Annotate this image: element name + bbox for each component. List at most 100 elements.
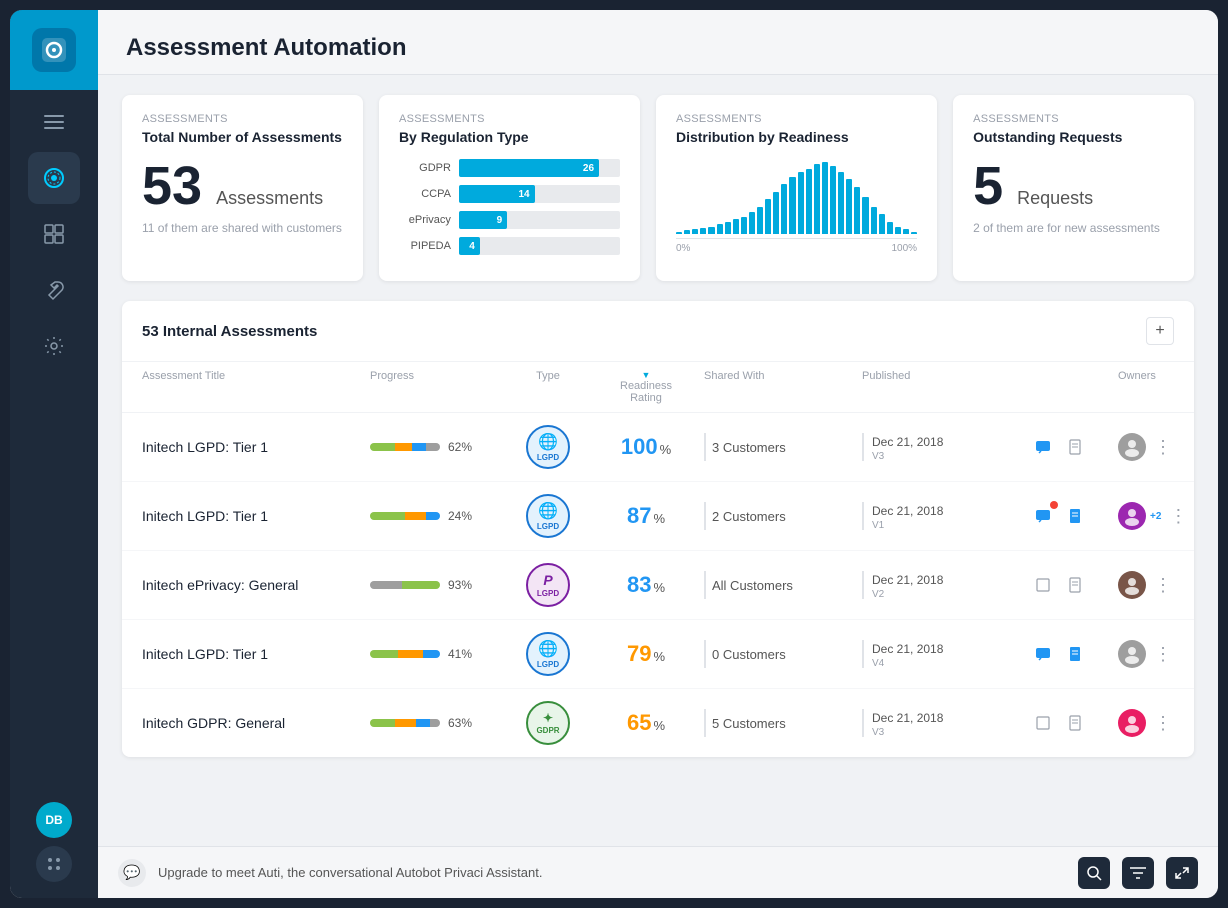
row-title-1: Initech LGPD: Tier 1	[142, 439, 362, 455]
dist-bar	[700, 228, 706, 234]
check-icon-3[interactable]	[1030, 572, 1056, 598]
dist-bar	[895, 227, 901, 234]
published-3: Dec 21, 2018 V2	[862, 571, 1022, 600]
row-title-5: Initech GDPR: General	[142, 715, 362, 731]
filter-button[interactable]	[1122, 857, 1154, 889]
chat-icon-4[interactable]	[1030, 641, 1056, 667]
col-header-type: Type	[508, 370, 588, 404]
dist-bar	[879, 214, 885, 234]
owners-4: ⋮	[1118, 640, 1194, 668]
row-title-3: Initech ePrivacy: General	[142, 577, 362, 593]
shared-4: 0 Customers	[704, 640, 854, 668]
sidebar-logo	[10, 10, 98, 90]
type-badge-1: 🌐 LGPD	[526, 425, 570, 469]
plus-badge-2: +2	[1150, 511, 1161, 522]
progress-cell-1: 62%	[370, 440, 500, 454]
dist-axis: 0% 100%	[676, 243, 917, 254]
stat-card-regulation: Assessments By Regulation Type GDPR 26 C…	[379, 95, 640, 281]
col-header-shared: Shared With	[704, 370, 854, 404]
dist-bar	[903, 229, 909, 234]
sidebar-item-tools[interactable]	[28, 264, 80, 316]
sidebar-bottom: DB	[36, 802, 72, 898]
bottom-actions	[1078, 857, 1198, 889]
stat-label-outstanding: Assessments	[973, 113, 1174, 125]
search-button[interactable]	[1078, 857, 1110, 889]
table-row: Initech LGPD: Tier 1 24%	[122, 482, 1194, 551]
owner-avatar-3	[1118, 571, 1146, 599]
dist-bar	[854, 187, 860, 234]
stat-label-dist: Assessments	[676, 113, 917, 125]
type-badge-4: 🌐 LGPD	[526, 632, 570, 676]
dist-bar	[830, 166, 836, 234]
actions-2	[1030, 503, 1110, 529]
table-row: Initech LGPD: Tier 1 62%	[122, 413, 1194, 482]
row-menu-5[interactable]: ⋮	[1150, 713, 1176, 734]
dist-bar	[911, 232, 917, 234]
expand-button[interactable]	[1166, 857, 1198, 889]
dist-bar	[773, 192, 779, 234]
user-avatar[interactable]: DB	[36, 802, 72, 838]
page-title: Assessment Automation	[126, 34, 1190, 62]
stat-label-regulation: Assessments	[399, 113, 620, 125]
published-4: Dec 21, 2018 V4	[862, 640, 1022, 669]
actions-4	[1030, 641, 1110, 667]
main-content: Assessment Automation Assessments Total …	[98, 10, 1218, 898]
stat-title-outstanding: Outstanding Requests	[973, 129, 1174, 145]
sidebar-apps[interactable]	[36, 846, 72, 882]
row-title-2: Initech LGPD: Tier 1	[142, 508, 362, 524]
progress-cell-4: 41%	[370, 647, 500, 661]
sidebar-item-dashboard[interactable]	[28, 208, 80, 260]
row-menu-4[interactable]: ⋮	[1150, 644, 1176, 665]
notification-dot	[1050, 501, 1058, 509]
doc-icon-3[interactable]	[1062, 572, 1088, 598]
bottom-bar-text: Upgrade to meet Auti, the conversational…	[158, 865, 1066, 880]
owners-1: ⋮	[1118, 433, 1194, 461]
published-5: Dec 21, 2018 V3	[862, 709, 1022, 738]
doc-icon-2[interactable]	[1062, 503, 1088, 529]
dist-bar	[676, 232, 682, 234]
row-menu-3[interactable]: ⋮	[1150, 575, 1176, 596]
dist-bar	[814, 164, 820, 234]
col-header-owners: Owners	[1118, 370, 1194, 404]
sidebar: DB	[10, 10, 98, 898]
owner-avatar-2a	[1118, 502, 1146, 530]
readiness-2: 87 %	[596, 503, 696, 529]
actions-1	[1030, 434, 1110, 460]
chat-icon-1[interactable]	[1030, 434, 1056, 460]
published-2: Dec 21, 2018 V1	[862, 502, 1022, 531]
shared-5: 5 Customers	[704, 709, 854, 737]
col-header-readiness: ▼ Readiness Rating	[596, 370, 696, 404]
owner-avatar-1	[1118, 433, 1146, 461]
dist-bar	[871, 207, 877, 234]
col-header-progress: Progress	[370, 370, 500, 404]
dist-bar	[765, 199, 771, 234]
check-icon-5[interactable]	[1030, 710, 1056, 736]
dist-bar	[846, 179, 852, 234]
col-header-title: Assessment Title	[142, 370, 362, 404]
sidebar-item-privacy[interactable]	[28, 152, 80, 204]
row-title-4: Initech LGPD: Tier 1	[142, 646, 362, 662]
stat-number-outstanding: 5	[973, 159, 1003, 213]
sidebar-item-settings[interactable]	[28, 320, 80, 372]
menu-toggle[interactable]	[10, 100, 98, 144]
page-header: Assessment Automation	[98, 10, 1218, 75]
row-menu-1[interactable]: ⋮	[1150, 437, 1176, 458]
sidebar-nav	[10, 152, 98, 802]
published-1: Dec 21, 2018 V3	[862, 433, 1022, 462]
stat-card-outstanding: Assessments Outstanding Requests 5 Reque…	[953, 95, 1194, 281]
dist-bar	[806, 169, 812, 234]
row-menu-2[interactable]: ⋮	[1165, 506, 1191, 527]
add-button[interactable]: +	[1146, 317, 1174, 345]
dist-bar	[741, 217, 747, 234]
doc-icon-5[interactable]	[1062, 710, 1088, 736]
doc-icon-1[interactable]	[1062, 434, 1088, 460]
content-area: Assessments Total Number of Assessments …	[98, 75, 1218, 846]
bar-row-pipeda: PIPEDA 4	[399, 237, 620, 255]
type-badge-2: 🌐 LGPD	[526, 494, 570, 538]
dist-bar	[717, 224, 723, 234]
dist-bar	[692, 229, 698, 234]
doc-icon-4[interactable]	[1062, 641, 1088, 667]
owners-2: +2 ⋮	[1118, 502, 1194, 530]
progress-cell-5: 63%	[370, 716, 500, 730]
assessments-table: 53 Internal Assessments + Assessment Tit…	[122, 301, 1194, 757]
